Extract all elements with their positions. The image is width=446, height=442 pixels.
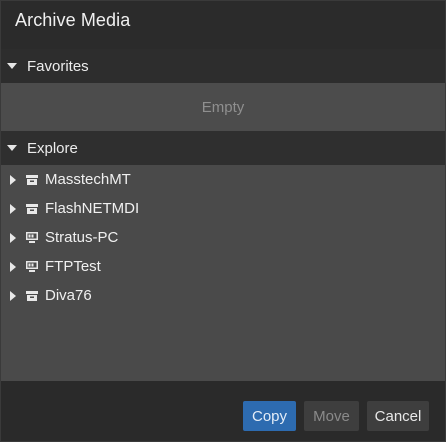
tree-item-label: Diva76 [45, 287, 92, 304]
archive-media-dialog: Archive Media Favorites Empty Explore Ma… [0, 0, 446, 442]
tree-item-stratus-pc[interactable]: Stratus-PC [1, 223, 445, 252]
favorites-section-header[interactable]: Favorites [1, 49, 445, 83]
caret-right-icon[interactable] [10, 203, 16, 214]
cancel-button[interactable]: Cancel [367, 401, 429, 431]
archive-box-icon [26, 175, 38, 185]
caret-right-icon[interactable] [10, 174, 16, 185]
explore-label: Explore [27, 139, 78, 157]
tree-item-masstechmt[interactable]: MasstechMT [1, 165, 445, 194]
move-button[interactable]: Move [304, 401, 359, 431]
archive-box-icon [26, 291, 38, 301]
explore-section-header[interactable]: Explore [1, 131, 445, 165]
dialog-title: Archive Media [15, 10, 131, 30]
tree-item-label: Stratus-PC [45, 229, 119, 246]
tree-item-label: FlashNETMDI [45, 200, 140, 217]
favorites-empty-panel: Empty [1, 83, 445, 131]
favorites-label: Favorites [27, 57, 89, 75]
caret-down-icon [7, 63, 17, 69]
tree-item-label: FTPTest [45, 258, 101, 275]
archive-box-icon [26, 204, 38, 214]
computer-icon [26, 232, 38, 243]
computer-icon [26, 261, 38, 272]
explore-tree: MasstechMT FlashNETMDI Stratus-PC FTPTes… [1, 165, 445, 381]
caret-right-icon[interactable] [10, 232, 16, 243]
caret-right-icon[interactable] [10, 290, 16, 301]
tree-item-diva76[interactable]: Diva76 [1, 281, 445, 310]
copy-button[interactable]: Copy [243, 401, 296, 431]
tree-item-flashnetmdi[interactable]: FlashNETMDI [1, 194, 445, 223]
favorites-empty-text: Empty [201, 98, 245, 116]
tree-item-label: MasstechMT [45, 171, 131, 188]
caret-right-icon[interactable] [10, 261, 16, 272]
tree-item-ftptest[interactable]: FTPTest [1, 252, 445, 281]
dialog-footer: Copy Move Cancel [1, 381, 445, 441]
caret-down-icon [7, 145, 17, 151]
